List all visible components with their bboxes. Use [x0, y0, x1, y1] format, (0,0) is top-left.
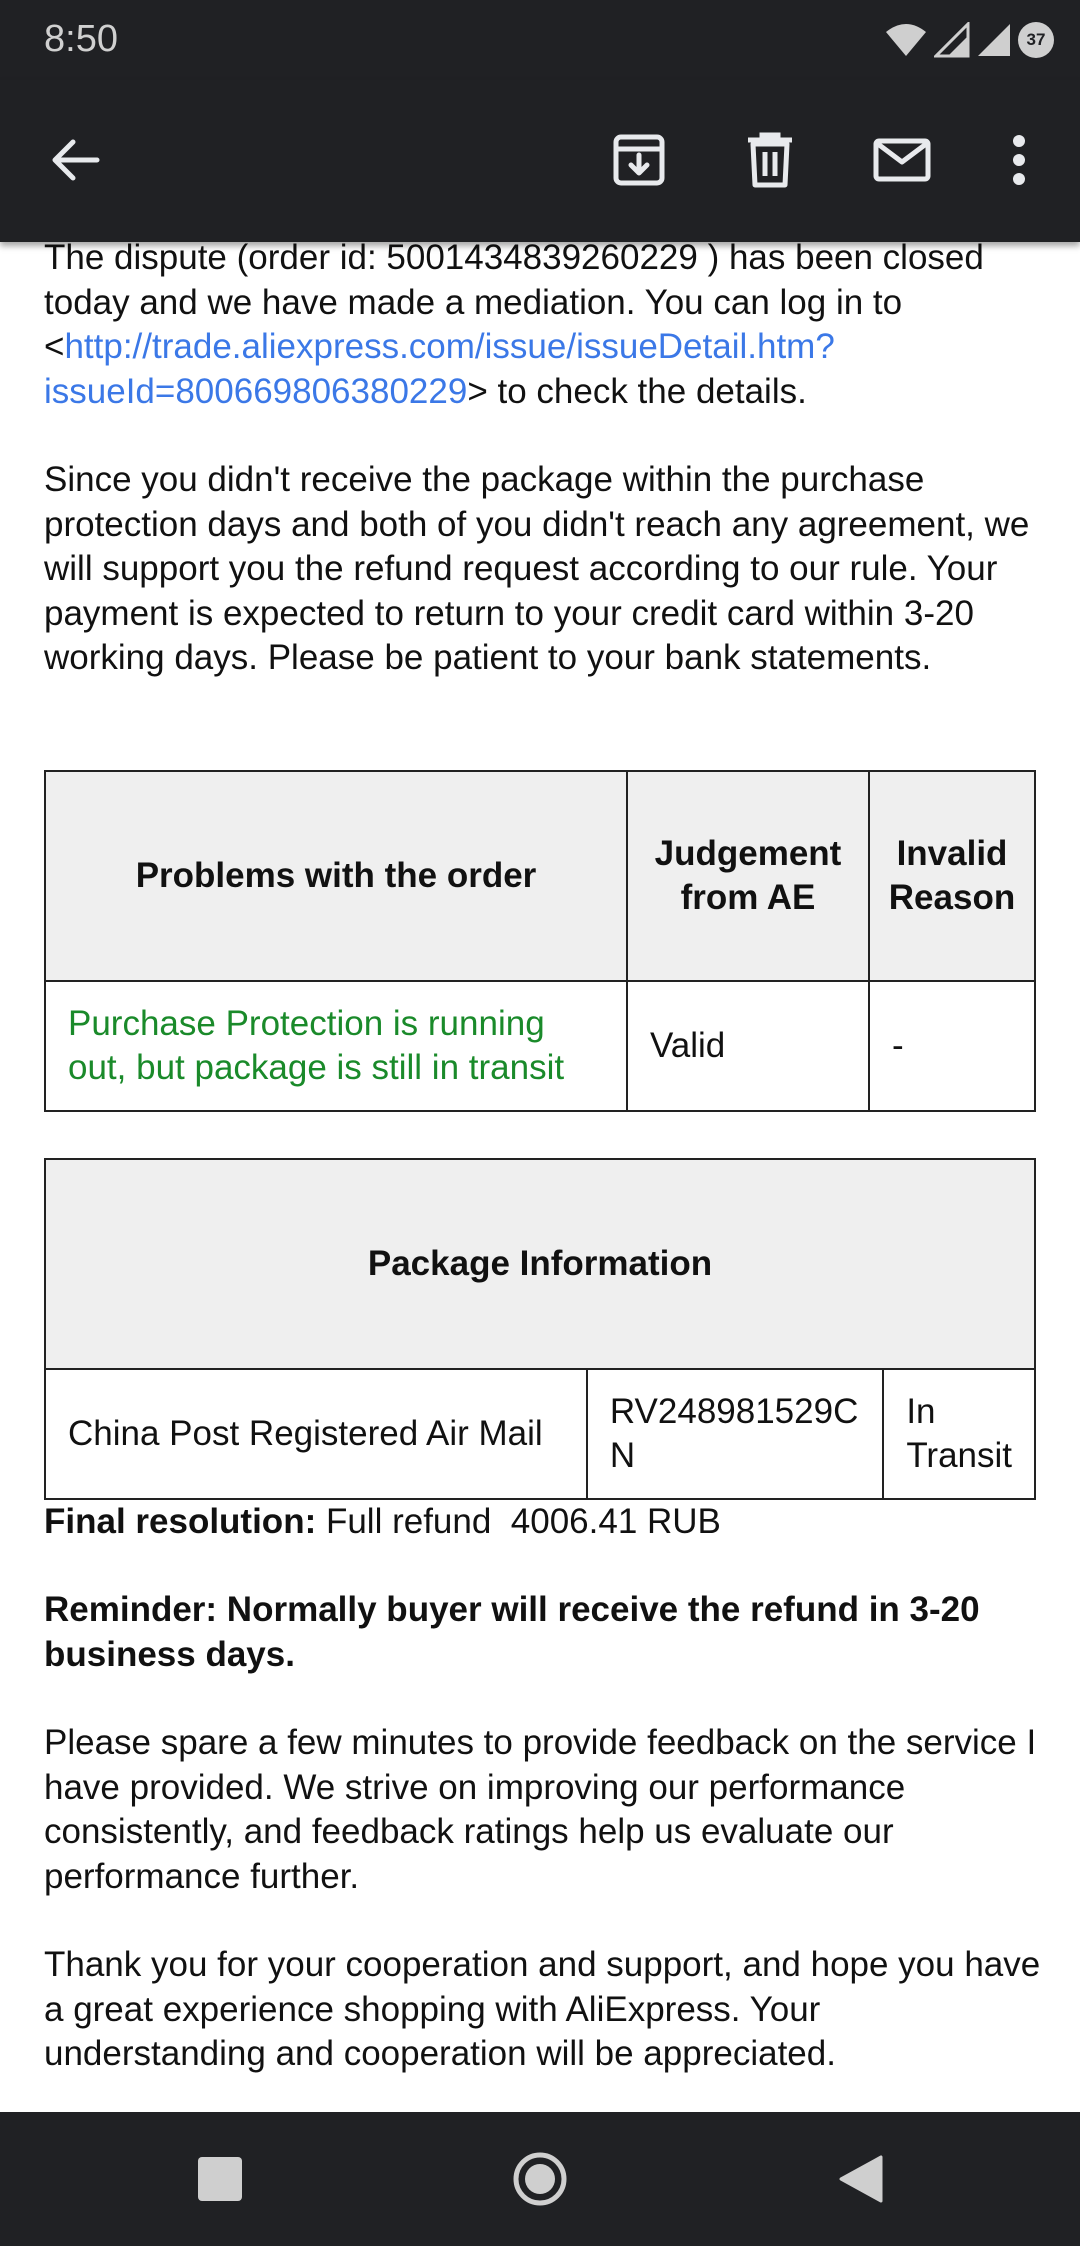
system-icons: 37	[884, 20, 1054, 60]
trash-icon	[748, 132, 792, 188]
refund-paragraph: Since you didn't receive the package wit…	[44, 460, 1030, 677]
feedback-paragraph: Please spare a few minutes to provide fe…	[44, 1723, 1037, 1896]
system-back-button[interactable]	[820, 2139, 900, 2219]
navigation-bar	[0, 2112, 1080, 2246]
envelope-icon	[873, 138, 931, 182]
signal-icon-2	[978, 24, 1010, 56]
thanks-paragraph: Thank you for your cooperation and suppo…	[44, 1945, 1041, 2073]
package-table: Package Information China Post Registere…	[44, 1157, 1036, 1500]
archive-icon	[613, 134, 665, 186]
home-button[interactable]	[500, 2139, 580, 2219]
status-time: 8:50	[44, 18, 118, 60]
more-vert-icon	[1013, 135, 1025, 185]
problem-cell: Purchase Protection is running out, but …	[44, 979, 628, 1112]
table-row: Purchase Protection is running out, but …	[44, 979, 1036, 1112]
judgement-cell: Valid	[626, 979, 870, 1112]
circle-icon	[513, 2152, 567, 2206]
package-info-header: Package Information	[44, 1157, 1036, 1370]
shipping-status-cell: In Transit	[882, 1367, 1036, 1500]
tracking-number-cell: RV248981529CN	[585, 1367, 885, 1500]
table-row: China Post Registered Air Mail RV2489815…	[44, 1367, 1036, 1500]
invalid-reason-cell: -	[868, 979, 1036, 1112]
carrier-cell: China Post Registered Air Mail	[44, 1367, 588, 1500]
signal-icon	[934, 22, 970, 58]
column-header: Invalid Reason	[868, 769, 1036, 982]
mark-unread-button[interactable]	[862, 120, 942, 200]
email-body: The dispute (order id: 5001434839260229 …	[44, 236, 1044, 2077]
final-resolution-label: Final resolution:	[44, 1501, 317, 1541]
table-header-row: Package Information	[44, 1157, 1036, 1370]
reminder-text: Reminder: Normally buyer will receive th…	[44, 1590, 980, 1674]
status-bar: 8:50 37	[0, 0, 1080, 80]
dispute-text-end: > to check the details.	[467, 371, 807, 411]
archive-button[interactable]	[599, 120, 679, 200]
recents-button[interactable]	[180, 2139, 260, 2219]
arrow-left-icon	[52, 139, 100, 181]
square-icon	[198, 2157, 242, 2201]
battery-level: 37	[1026, 30, 1046, 49]
dispute-paragraph: The dispute (order id: 5001434839260229 …	[44, 236, 1044, 414]
table-header-row: Problems with the order Judgement from A…	[44, 769, 1036, 982]
battery-icon: 37	[1018, 22, 1054, 58]
column-header: Judgement from AE	[626, 769, 870, 982]
back-button[interactable]	[35, 120, 115, 200]
delete-button[interactable]	[730, 120, 810, 200]
email-toolbar	[0, 80, 1080, 242]
final-resolution-value: Full refund 4006.41 RUB	[316, 1501, 721, 1541]
column-header: Problems with the order	[44, 769, 628, 982]
triangle-back-icon	[839, 2155, 883, 2203]
more-options-button[interactable]	[979, 120, 1059, 200]
problems-table: Problems with the order Judgement from A…	[44, 769, 1036, 1112]
wifi-icon	[886, 24, 926, 56]
final-resolution: Final resolution: Full refund 4006.41 RU…	[44, 1500, 1044, 1545]
